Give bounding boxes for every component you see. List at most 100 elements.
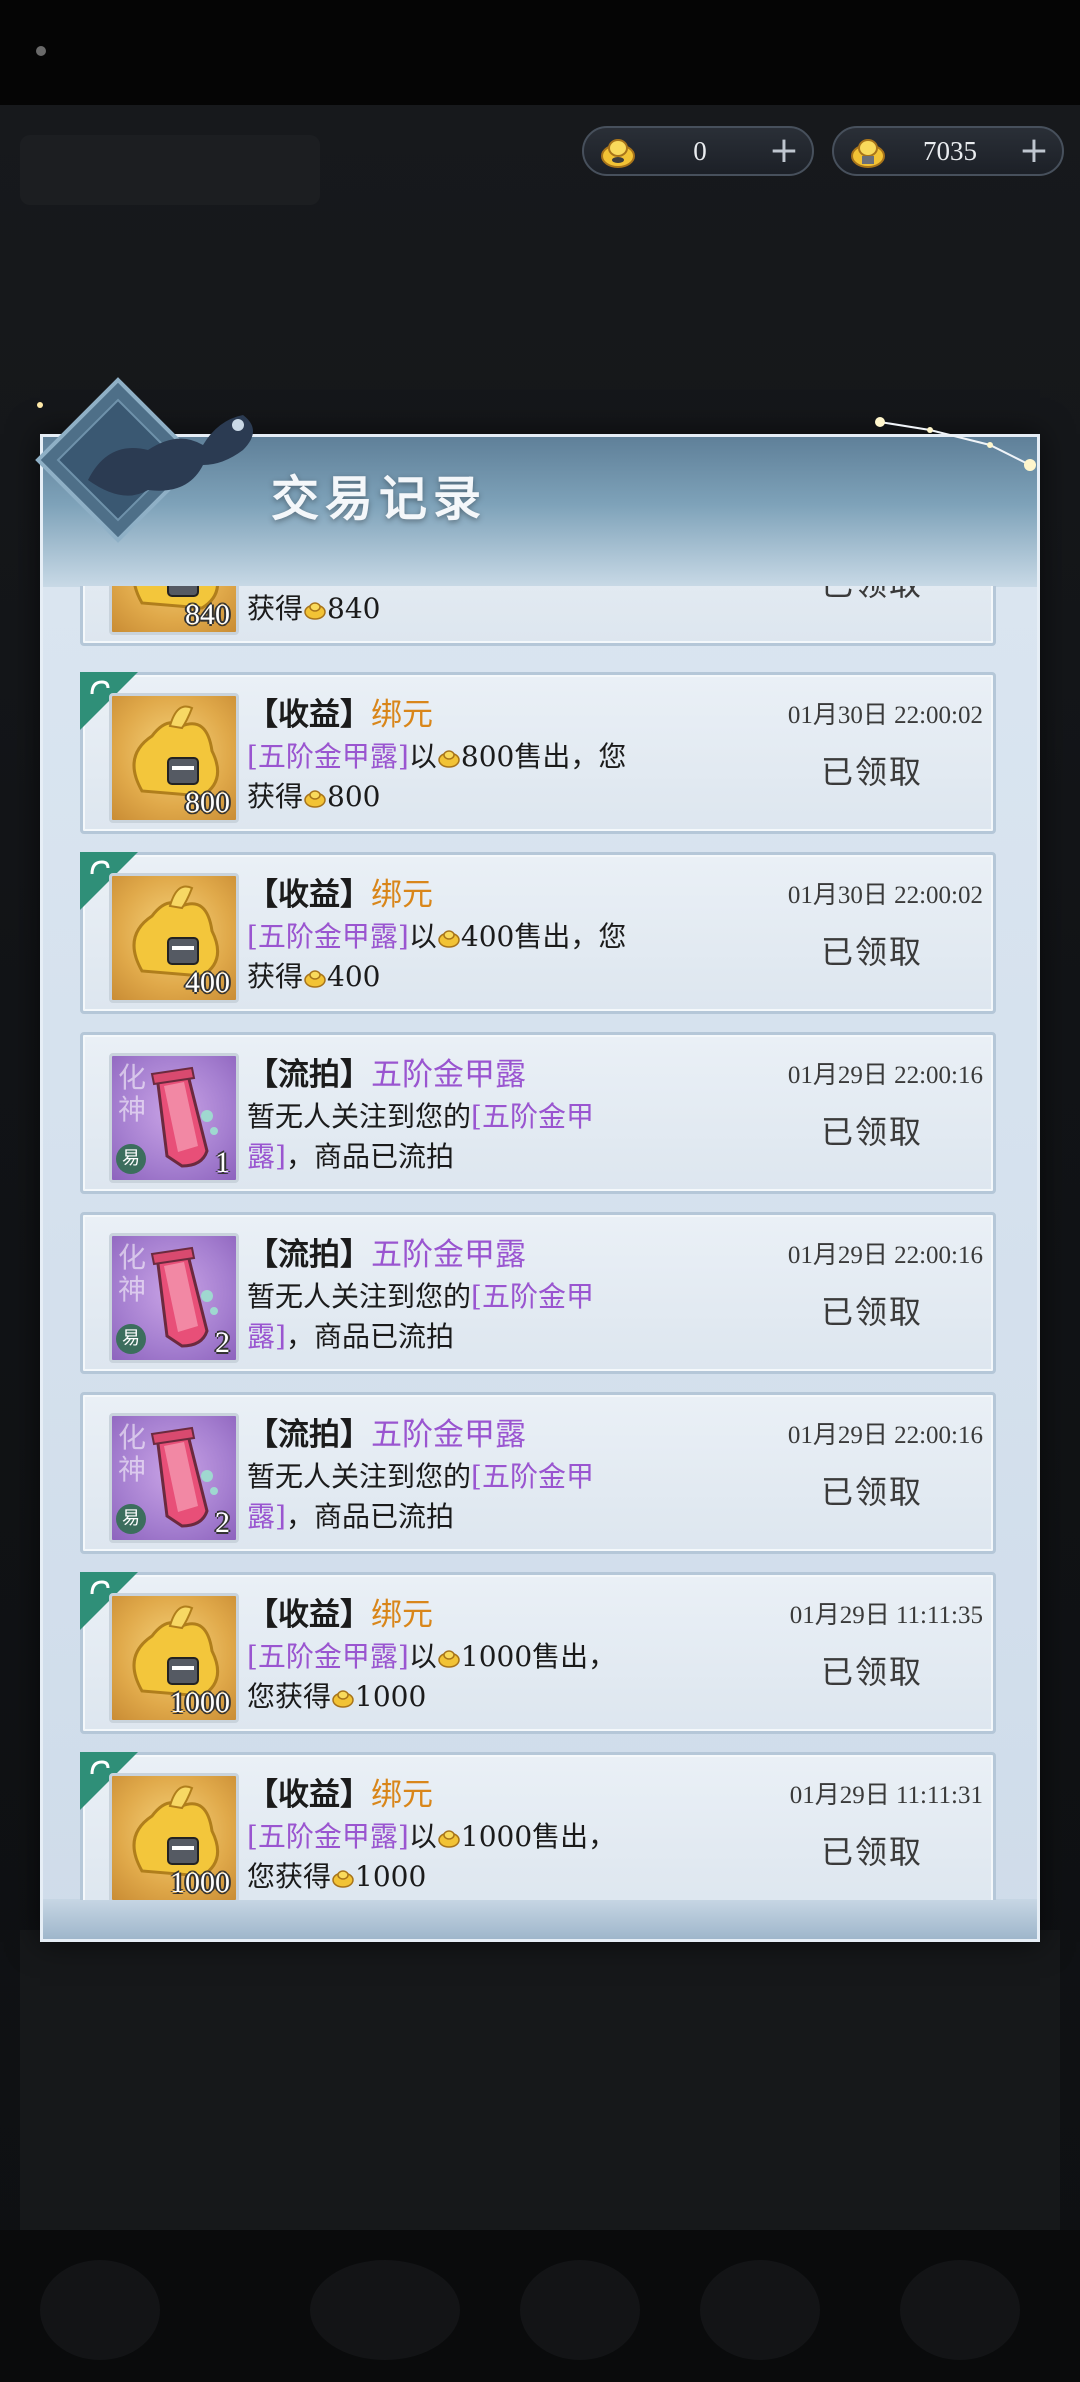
gold-sack-icon[interactable]: 1000 (109, 1593, 239, 1723)
record-time: 01月30日 22:00:02 (787, 702, 983, 729)
item-name-part2[interactable]: 露] (247, 1500, 286, 1533)
currency-label: 绑元 (371, 697, 433, 733)
status-bar (0, 0, 1080, 105)
trade-record-card[interactable]: 1000 【收益】绑元 01月29日 11:11:31 [五阶金甲露]以 1000 售出，… (80, 1752, 996, 1900)
claim-status[interactable]: 已领取 (821, 747, 923, 793)
record-description: 暂无人关注到您的[五阶金甲 露]，商品已流拍 (247, 1277, 677, 1357)
desc-gain-prefix: 您获得 (247, 1680, 332, 1713)
mini-coin-icon (304, 790, 326, 808)
gold-sack-icon[interactable]: 840 (109, 586, 239, 635)
desc-yi: 以 (408, 1820, 437, 1853)
trade-record-card[interactable]: 化神易 2 【流拍】五阶金甲露 01月29日 22:00:16 暂无人关注到您的[五阶金… (80, 1212, 996, 1374)
claim-status[interactable]: 已领取 (821, 1647, 923, 1693)
constellation-deco (875, 417, 1036, 471)
desc-yi: 以 (408, 740, 437, 773)
item-name-part1[interactable]: [五阶金甲 (471, 1280, 594, 1313)
currency-label: 绑元 (371, 1597, 433, 1633)
bound-gold-coin-icon (601, 139, 635, 168)
item-name-part1[interactable]: [五阶金甲 (471, 1100, 594, 1133)
item-quantity: 1000 (170, 1866, 230, 1899)
panel-footer (43, 1899, 1037, 1939)
item-quantity: 1 (215, 1146, 230, 1179)
add-bound-gold-button[interactable]: + (766, 130, 802, 172)
record-time: 01月29日 11:11:35 (789, 1602, 983, 1629)
desc-suffix: 售出，您 (514, 740, 627, 773)
desc-prefix: 暂无人关注到您的 (247, 1100, 472, 1133)
gold-sack-icon[interactable]: 800 (109, 693, 239, 823)
bracket-open: 【 (247, 1057, 278, 1093)
bracket-open: 【 (247, 1777, 278, 1813)
background-nav-item (310, 2260, 460, 2360)
currency-label: 绑元 (371, 1777, 433, 1813)
record-type: 流拍 (278, 1237, 340, 1273)
record-title: 【流拍】五阶金甲露 (247, 1049, 526, 1094)
gain-amount: 1000 (355, 1860, 427, 1893)
record-type: 流拍 (278, 1057, 340, 1093)
item-title: 五阶金甲露 (371, 1417, 526, 1453)
claim-status[interactable]: 已领取 (821, 586, 923, 605)
gain-amount: 1000 (355, 1680, 427, 1713)
record-title: 【收益】绑元 (247, 1769, 433, 1814)
bracket-open: 【 (247, 1237, 278, 1273)
tradable-badge: 易 (116, 1144, 146, 1174)
claim-status[interactable]: 已领取 (821, 1827, 923, 1873)
item-name-part1[interactable]: [五阶金甲 (471, 1460, 594, 1493)
item-quantity: 840 (185, 598, 230, 631)
record-type: 流拍 (278, 1417, 340, 1453)
mini-coin-icon (438, 1830, 460, 1848)
mini-coin-icon (304, 970, 326, 988)
bracket-close: 】 (340, 1237, 371, 1273)
record-title: 【流拍】五阶金甲露 (247, 1409, 526, 1454)
panel-title: 交易记录 (271, 471, 488, 527)
gold-sack-icon[interactable]: 1000 (109, 1773, 239, 1900)
fox-emblem-icon (35, 377, 253, 543)
trade-record-card[interactable]: 800 【收益】绑元 01月30日 22:00:02 [五阶金甲露]以 800售出，您获… (80, 672, 996, 834)
trade-record-card[interactable]: 840【收益】绑元01月30日 22:00:02[五阶金甲露]以840售出，您获… (80, 586, 996, 646)
gold-ingot-icon (851, 139, 885, 168)
trade-record-list[interactable]: 840【收益】绑元01月30日 22:00:02[五阶金甲露]以840售出，您获… (80, 586, 1000, 1900)
trade-record-card[interactable]: 400 【收益】绑元 01月30日 22:00:02 [五阶金甲露]以 400售出，您获… (80, 852, 996, 1014)
background-nav-item (700, 2260, 820, 2360)
record-time: 01月29日 22:00:16 (787, 1422, 983, 1449)
item-quantity: 800 (185, 786, 230, 819)
elixir-bottle-icon[interactable]: 化神易 2 (109, 1413, 239, 1543)
item-quantity: 1000 (170, 1686, 230, 1719)
add-gold-ingot-button[interactable]: + (1016, 130, 1052, 172)
bracket-open: 【 (247, 1597, 278, 1633)
elixir-bottle-icon[interactable]: 化神易 2 (109, 1233, 239, 1363)
bracket-close: 】 (340, 1417, 371, 1453)
record-description: [五阶金甲露]以 400售出，您 获得 400 (247, 917, 677, 997)
trade-record-card[interactable]: 1000 【收益】绑元 01月29日 11:11:35 [五阶金甲露]以 1000售出，… (80, 1572, 996, 1734)
currency-label: 绑元 (371, 877, 433, 913)
item-name[interactable]: [五阶金甲露] (247, 740, 409, 773)
claim-status[interactable]: 已领取 (821, 1467, 923, 1513)
item-name[interactable]: [五阶金甲露] (247, 1640, 409, 1673)
item-name[interactable]: [五阶金甲露] (247, 920, 409, 953)
gain-amount: 840 (327, 592, 381, 625)
background-content-blur (20, 1930, 1060, 2230)
item-name-part2[interactable]: 露] (247, 1320, 286, 1353)
claim-status[interactable]: 已领取 (821, 1107, 923, 1153)
bracket-close: 】 (340, 1057, 371, 1093)
elixir-bottle-icon[interactable]: 化神易 1 (109, 1053, 239, 1183)
bracket-open: 【 (247, 1417, 278, 1453)
desc-suffix: 售出， (532, 1820, 617, 1853)
trade-record-card[interactable]: 化神易 1 【流拍】五阶金甲露 01月29日 22:00:16 暂无人关注到您的[五阶金… (80, 1032, 996, 1194)
claim-status[interactable]: 已领取 (821, 1287, 923, 1333)
record-description: 暂无人关注到您的[五阶金甲 露]，商品已流拍 (247, 1097, 677, 1177)
bracket-open: 【 (247, 697, 278, 733)
notification-dot (36, 46, 46, 56)
record-time: 01月29日 11:11:31 (789, 1782, 983, 1809)
claim-status[interactable]: 已领取 (821, 927, 923, 973)
background-nav-item (520, 2260, 640, 2360)
item-name[interactable]: [五阶金甲露] (247, 1820, 409, 1853)
bracket-close: 】 (340, 697, 371, 733)
background-header-blur (20, 135, 320, 205)
item-name-part2[interactable]: 露] (247, 1140, 286, 1173)
record-time: 01月29日 22:00:16 (787, 1062, 983, 1089)
bracket-close: 】 (340, 877, 371, 913)
trade-record-card[interactable]: 化神易 2 【流拍】五阶金甲露 01月29日 22:00:16 暂无人关注到您的[五阶金… (80, 1392, 996, 1554)
bracket-close: 】 (340, 1777, 371, 1813)
gold-sack-icon[interactable]: 400 (109, 873, 239, 1003)
bracket-close: 】 (340, 1597, 371, 1633)
